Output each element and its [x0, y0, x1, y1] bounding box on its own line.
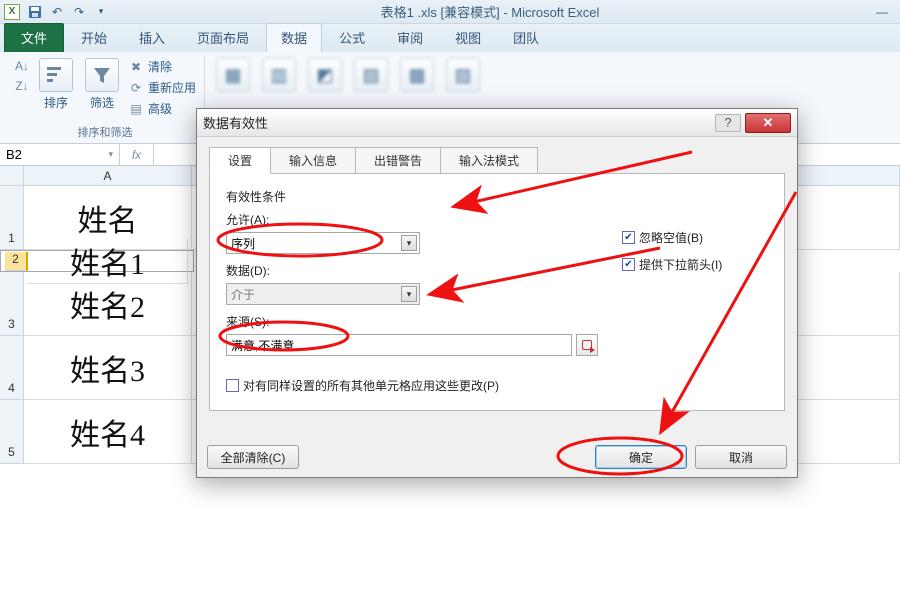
cell[interactable] [188, 261, 189, 262]
sort-button[interactable]: 排序 [36, 56, 76, 111]
data-tool-4[interactable]: ▧ [351, 56, 391, 92]
excel-app-icon: X [4, 4, 20, 20]
provide-dropdown-label: 提供下拉箭头(I) [639, 256, 722, 273]
cell-a4[interactable]: 姓名3 [24, 336, 192, 400]
filter-label: 筛选 [90, 94, 114, 111]
sort-desc-button[interactable]: Z↓ [14, 78, 30, 94]
data-tool-6[interactable]: ▨ [443, 56, 483, 92]
dialog-close-button[interactable]: ✕ [745, 113, 791, 133]
tab-insert[interactable]: 插入 [124, 23, 180, 52]
data-tool-1[interactable]: ▦ [213, 56, 253, 92]
source-range-button[interactable] [576, 334, 598, 356]
ignore-blank-checkbox[interactable]: ✔ 忽略空值(B) [622, 229, 722, 246]
row-header[interactable]: 4 [0, 336, 24, 400]
chevron-down-icon: ▾ [401, 286, 417, 302]
range-picker-icon [582, 340, 592, 350]
ribbon-group-sortfilter-label: 排序和筛选 [14, 124, 196, 142]
data-select: 介于 ▾ [226, 283, 420, 305]
checkbox-unchecked-icon: ✔ [226, 379, 239, 392]
name-box[interactable]: B2 ▾ [0, 144, 120, 165]
filter-advanced-label: 高级 [148, 100, 172, 117]
tool-icon: ▥ [262, 58, 296, 92]
advanced-icon: ▤ [128, 101, 144, 117]
cancel-button[interactable]: 取消 [695, 445, 787, 469]
allow-value: 序列 [231, 235, 255, 252]
checkbox-checked-icon: ✔ [622, 231, 635, 244]
sort-asc-button[interactable]: A↓ [14, 58, 30, 74]
tab-team[interactable]: 团队 [498, 23, 554, 52]
source-value: 满意,不满意 [231, 337, 294, 354]
data-label: 数据(D): [226, 262, 598, 279]
chevron-down-icon: ▾ [401, 235, 417, 251]
filter-button[interactable]: 筛选 [82, 56, 122, 111]
filter-clear-label: 清除 [148, 58, 172, 75]
tab-data[interactable]: 数据 [266, 23, 322, 52]
checkbox-checked-icon: ✔ [622, 258, 635, 271]
row-header[interactable]: 2 [5, 252, 28, 271]
ignore-blank-label: 忽略空值(B) [639, 229, 703, 246]
dlg-tab-input-msg[interactable]: 输入信息 [270, 147, 356, 174]
reapply-icon: ⟳ [128, 80, 144, 96]
dialog-title: 数据有效性 [203, 113, 268, 132]
data-tool-2[interactable]: ▥ [259, 56, 299, 92]
qat-undo-icon[interactable]: ↶ [47, 3, 67, 21]
window-title: 表格1 .xls [兼容模式] - Microsoft Excel [112, 2, 868, 21]
cell-a2[interactable]: 姓名1 [28, 239, 188, 284]
col-header-a[interactable]: A [24, 166, 192, 186]
apply-same-label: 对有同样设置的所有其他单元格应用这些更改(P) [243, 377, 499, 394]
sort-label: 排序 [44, 94, 68, 111]
window-minimize-icon[interactable]: ― [868, 3, 896, 21]
name-box-dropdown-icon[interactable]: ▾ [108, 149, 113, 160]
apply-same-checkbox[interactable]: ✔ 对有同样设置的所有其他单元格应用这些更改(P) [226, 377, 499, 394]
data-tool-3[interactable]: ◩ [305, 56, 345, 92]
sort-icon [39, 58, 73, 92]
clear-icon: ✖ [128, 59, 144, 75]
tool-icon: ◩ [308, 58, 342, 92]
tool-icon: ▦ [216, 58, 250, 92]
tool-icon: ▨ [446, 58, 480, 92]
row-header[interactable]: 1 [0, 186, 24, 250]
tab-layout[interactable]: 页面布局 [182, 23, 264, 52]
source-label: 来源(S): [226, 313, 598, 330]
sort-asc-icon: A↓ [14, 58, 30, 74]
provide-dropdown-checkbox[interactable]: ✔ 提供下拉箭头(I) [622, 256, 722, 273]
qat-redo-icon[interactable]: ↷ [69, 3, 89, 21]
filter-icon [85, 58, 119, 92]
clear-all-button[interactable]: 全部清除(C) [207, 445, 299, 469]
row-header[interactable]: 3 [0, 272, 24, 336]
sort-desc-icon: Z↓ [14, 78, 30, 94]
criteria-heading: 有效性条件 [226, 188, 768, 205]
tab-formula[interactable]: 公式 [324, 23, 380, 52]
name-box-value: B2 [6, 147, 22, 162]
fx-icon[interactable]: fx [120, 144, 154, 165]
ok-button[interactable]: 确定 [595, 445, 687, 469]
file-tab[interactable]: 文件 [4, 23, 64, 52]
allow-label: 允许(A): [226, 211, 598, 228]
tab-home[interactable]: 开始 [66, 23, 122, 52]
qat-dropdown-icon[interactable]: ▾ [91, 3, 111, 21]
cell-a5[interactable]: 姓名4 [24, 400, 192, 464]
dlg-tab-error-alert[interactable]: 出错警告 [355, 147, 441, 174]
filter-reapply-label: 重新应用 [148, 79, 196, 96]
tab-view[interactable]: 视图 [440, 23, 496, 52]
filter-clear-button[interactable]: ✖ 清除 [128, 58, 196, 75]
data-value: 介于 [231, 286, 255, 303]
select-all-corner[interactable] [0, 166, 24, 186]
source-input[interactable]: 满意,不满意 [226, 334, 572, 356]
data-validation-dialog: 数据有效性 ? ✕ 设置 输入信息 出错警告 输入法模式 有效性条件 允许(A)… [196, 108, 798, 478]
dlg-tab-ime[interactable]: 输入法模式 [440, 147, 538, 174]
tool-icon: ▩ [400, 58, 434, 92]
tool-icon: ▧ [354, 58, 388, 92]
data-tool-5[interactable]: ▩ [397, 56, 437, 92]
dlg-tab-settings[interactable]: 设置 [209, 147, 271, 174]
filter-reapply-button[interactable]: ⟳ 重新应用 [128, 79, 196, 96]
dialog-help-button[interactable]: ? [715, 114, 741, 132]
qat-save-icon[interactable] [25, 3, 45, 21]
allow-select[interactable]: 序列 ▾ [226, 232, 420, 254]
row-header[interactable]: 5 [0, 400, 24, 464]
tab-review[interactable]: 审阅 [382, 23, 438, 52]
filter-advanced-button[interactable]: ▤ 高级 [128, 100, 196, 117]
